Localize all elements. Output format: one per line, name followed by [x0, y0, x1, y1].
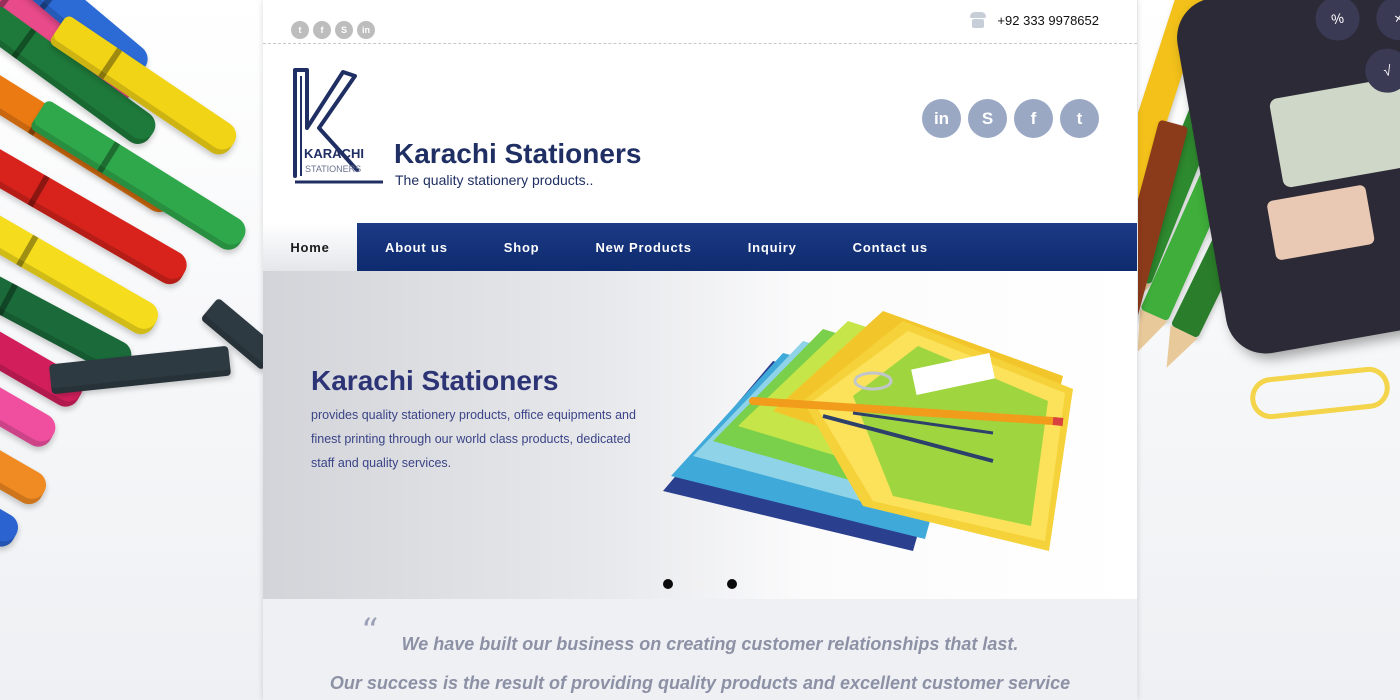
facebook-icon[interactable]: f	[1014, 99, 1053, 138]
brand-name: Karachi Stationers	[394, 138, 642, 169]
nav-about-us[interactable]: About us	[357, 223, 476, 271]
linkedin-icon[interactable]: in	[357, 21, 375, 39]
quote-line-1: We have built our business on creating c…	[401, 634, 1019, 654]
nav-home[interactable]: Home	[263, 223, 357, 271]
social-links: in S f t	[922, 99, 1099, 138]
nav-shop[interactable]: Shop	[476, 223, 568, 271]
facebook-icon[interactable]: f	[313, 21, 331, 39]
slider-dots	[663, 579, 737, 589]
linkedin-icon[interactable]: in	[922, 99, 961, 138]
main-nav: Home About us Shop New Products Inquiry …	[263, 223, 1137, 271]
mini-social-links: t f S in	[291, 21, 375, 39]
logo-word: KARACHI	[304, 146, 364, 161]
hero-title: Karachi Stationers	[311, 365, 559, 396]
skype-icon[interactable]: S	[335, 21, 353, 39]
testimonial-quote: “ We have built our business on creating…	[263, 599, 1137, 700]
slide-dot-1[interactable]	[663, 579, 673, 589]
site-container: t f S in +92 333 9978652 KARACHI STATION…	[263, 0, 1137, 700]
logo-subword: STATIONERS	[305, 164, 361, 174]
twitter-icon[interactable]: t	[1060, 99, 1099, 138]
hero-description: provides quality stationery products, of…	[311, 408, 636, 470]
top-bar: t f S in +92 333 9978652	[263, 0, 1137, 44]
phone-icon	[969, 12, 987, 28]
notebooks-image	[663, 311, 1073, 551]
slide-dot-3[interactable]	[727, 579, 737, 589]
site-header: KARACHI STATIONERS Karachi Stationers Th…	[263, 44, 1137, 223]
phone-number: +92 333 9978652	[997, 12, 1099, 28]
crayons-decoration	[0, 0, 263, 700]
slide-dot-2[interactable]	[695, 579, 705, 589]
nav-new-products[interactable]: New Products	[567, 223, 719, 271]
nav-inquiry[interactable]: Inquiry	[720, 223, 825, 271]
calculator-decoration: % × √	[1138, 0, 1400, 700]
paperclip-image	[1248, 364, 1392, 422]
brand-tagline: The quality stationery products..	[395, 172, 594, 188]
hero-slider: Karachi Stationers provides quality stat…	[263, 271, 1137, 599]
twitter-icon[interactable]: t	[291, 21, 309, 39]
skype-icon[interactable]: S	[968, 99, 1007, 138]
nav-contact-us[interactable]: Contact us	[825, 223, 956, 271]
phone-contact: +92 333 9978652	[969, 12, 1099, 28]
logo[interactable]: KARACHI STATIONERS	[291, 66, 386, 188]
quote-line-2: Our success is the result of providing q…	[329, 673, 1071, 693]
